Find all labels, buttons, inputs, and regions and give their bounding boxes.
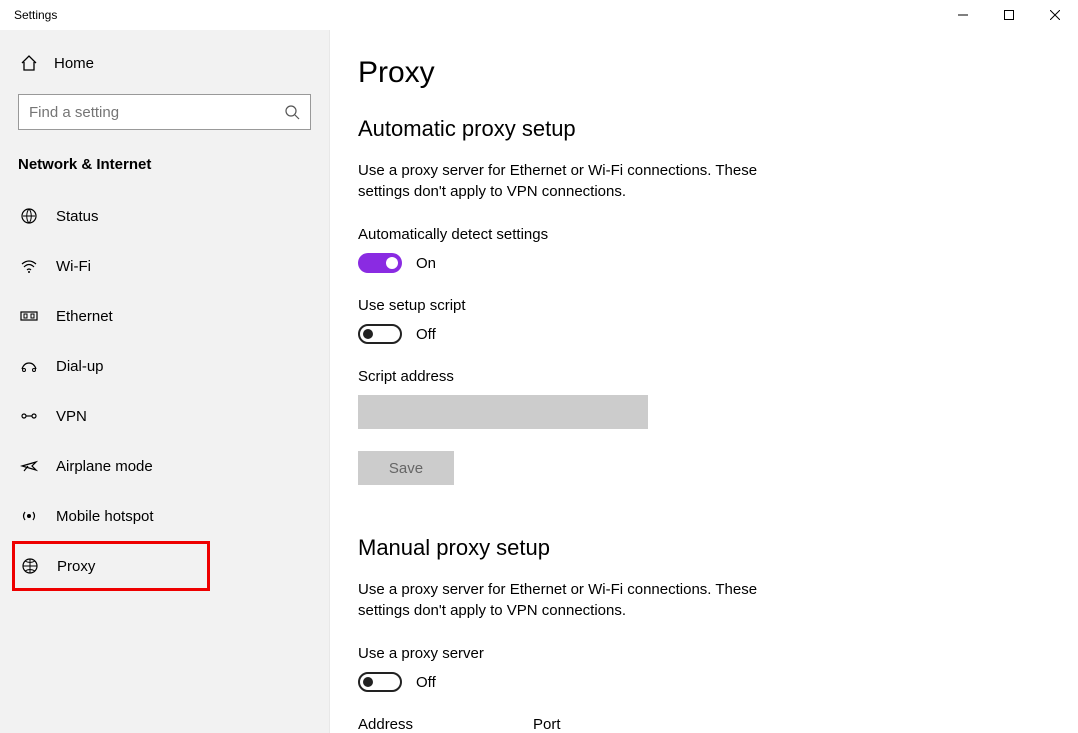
sidebar-item-wifi[interactable]: Wi-Fi — [18, 241, 311, 291]
wifi-icon — [20, 257, 38, 275]
sidebar-item-label: Dial-up — [56, 358, 104, 375]
script-state: Off — [416, 326, 436, 343]
useproxy-toggle-row: Off — [358, 672, 1038, 692]
page-title: Proxy — [358, 56, 1038, 90]
address-port-row: Address Port — [358, 716, 1038, 733]
home-label: Home — [54, 55, 94, 72]
vpn-icon — [20, 407, 38, 425]
sidebar-item-label: VPN — [56, 408, 87, 425]
status-icon — [20, 207, 38, 225]
manual-desc: Use a proxy server for Ethernet or Wi-Fi… — [358, 579, 798, 621]
detect-toggle[interactable] — [358, 253, 402, 273]
detect-label: Automatically detect settings — [358, 226, 1038, 243]
sidebar-item-label: Ethernet — [56, 308, 113, 325]
script-address-input — [358, 395, 648, 429]
window-controls — [940, 0, 1078, 30]
sidebar-item-airplane[interactable]: Airplane mode — [18, 441, 311, 491]
script-label: Use setup script — [358, 297, 1038, 314]
auto-heading: Automatic proxy setup — [358, 116, 1038, 142]
minimize-button[interactable] — [940, 0, 986, 30]
script-addr-label: Script address — [358, 368, 1038, 385]
save-button: Save — [358, 451, 454, 485]
sidebar-item-vpn[interactable]: VPN — [18, 391, 311, 441]
script-toggle[interactable] — [358, 324, 402, 344]
home-icon — [20, 54, 38, 72]
proxy-icon — [21, 557, 39, 575]
sidebar-item-label: Status — [56, 208, 99, 225]
sidebar-item-label: Airplane mode — [56, 458, 153, 475]
hotspot-icon — [20, 507, 38, 525]
main-content: Proxy Automatic proxy setup Use a proxy … — [330, 30, 1078, 733]
useproxy-label: Use a proxy server — [358, 645, 1038, 662]
sidebar-item-status[interactable]: Status — [18, 191, 311, 241]
maximize-button[interactable] — [986, 0, 1032, 30]
sidebar-item-dialup[interactable]: Dial-up — [18, 341, 311, 391]
script-toggle-row: Off — [358, 324, 1038, 344]
search-box[interactable] — [18, 94, 311, 130]
dialup-icon — [20, 357, 38, 375]
settings-window: Settings Home — [0, 0, 1078, 722]
airplane-icon — [20, 457, 38, 475]
nav-list: Status Wi-Fi Ethernet — [18, 191, 311, 591]
search-input[interactable] — [29, 104, 284, 121]
useproxy-toggle[interactable] — [358, 672, 402, 692]
sidebar-item-proxy-highlight: Proxy — [12, 541, 210, 591]
body: Home Network & Internet Status — [0, 30, 1078, 733]
sidebar-item-label: Mobile hotspot — [56, 508, 154, 525]
detect-toggle-row: On — [358, 253, 1038, 273]
sidebar-item-hotspot[interactable]: Mobile hotspot — [18, 491, 311, 541]
search-icon — [284, 104, 300, 120]
window-title: Settings — [14, 8, 57, 22]
sidebar-item-label: Proxy — [57, 558, 95, 575]
detect-state: On — [416, 255, 436, 272]
home-link[interactable]: Home — [20, 54, 311, 72]
sidebar-item-label: Wi-Fi — [56, 258, 91, 275]
address-label: Address — [358, 716, 413, 733]
port-label: Port — [533, 716, 561, 733]
section-title: Network & Internet — [18, 156, 311, 173]
close-button[interactable] — [1032, 0, 1078, 30]
titlebar: Settings — [0, 0, 1078, 30]
manual-heading: Manual proxy setup — [358, 535, 1038, 561]
ethernet-icon — [20, 307, 38, 325]
sidebar-item-proxy[interactable]: Proxy — [15, 544, 207, 588]
sidebar: Home Network & Internet Status — [0, 30, 330, 733]
sidebar-item-ethernet[interactable]: Ethernet — [18, 291, 311, 341]
useproxy-state: Off — [416, 674, 436, 691]
auto-desc: Use a proxy server for Ethernet or Wi-Fi… — [358, 160, 798, 202]
